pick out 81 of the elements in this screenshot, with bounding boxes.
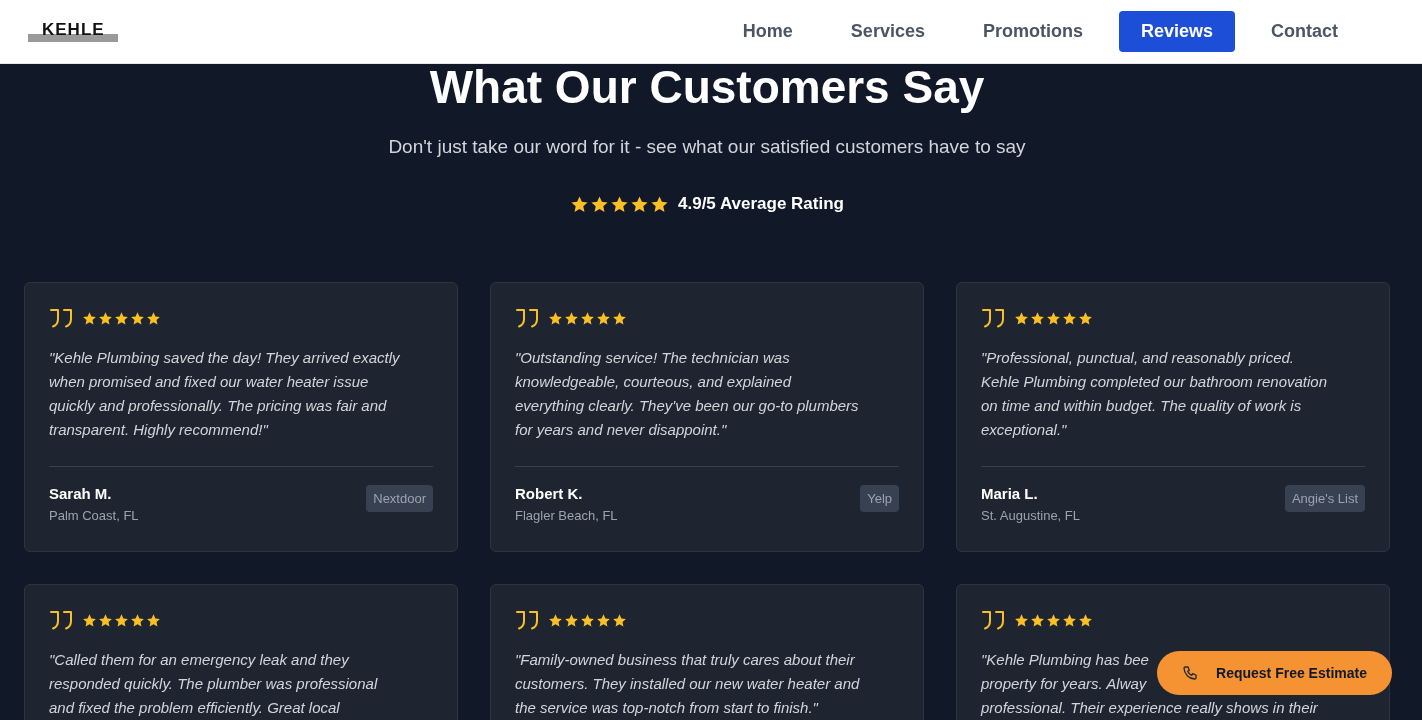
reviewer-name: Sarah M. [49,485,113,502]
nav-link[interactable]: Home [720,11,815,52]
nav-link[interactable]: Reviews [1118,11,1235,52]
star-icon [130,310,145,326]
star-icon [650,194,669,214]
review-text: when promised and fixed our water heater issue [49,372,369,392]
star-icon [564,612,579,628]
review-text: transparent. Highly recommend!" [49,420,268,440]
nav-link[interactable]: Services [828,11,947,52]
review-text: responded quickly. The plumber was professional [49,674,378,694]
reviewer-location: St. Augustine, FL [981,508,1080,523]
star-icon [82,310,97,326]
source-tag: Yelp [860,485,899,512]
quote-icon [49,610,73,630]
quote-icon [981,308,1005,328]
star-icon [564,310,579,326]
star-icon [612,612,627,628]
quote-icon [515,308,539,328]
review-text: "Family-owned business that truly cares about their [515,650,855,670]
review-text: quickly and professionally. The pricing was fair and [49,396,387,416]
star-icon [98,310,113,326]
review-text: exceptional." [981,420,1067,440]
phone-icon [1182,665,1198,681]
reviewer-location: Flagler Beach, FL [515,508,618,523]
star-icon [146,612,161,628]
review-text: customers. They installed our new water heater and [515,674,860,694]
star-icon [596,612,611,628]
quote-icon [515,610,539,630]
star-icon [612,310,627,326]
star-icon [580,310,595,326]
reviewer-name: Maria L. [981,485,1039,502]
review-text: property for years. Alway [981,674,1147,694]
source-tag: Nextdoor [366,485,433,512]
source-tag: Angie's List [1284,485,1365,512]
star-icon [114,310,129,326]
star-icon [548,310,563,326]
star-icon [548,612,563,628]
review-text: Kehle Plumbing completed our bathroom renovation [981,372,1328,392]
request-estimate-button[interactable]: Request Free Estimate [1157,651,1392,695]
star-icon [1078,310,1093,326]
review-text: on time and within budget. The quality of work is [981,396,1302,416]
reviewer-location: Palm Coast, FL [49,508,139,523]
star-icon [82,612,97,628]
star-icon [1046,612,1061,628]
review-text: "Outstanding service! The technician was [515,348,790,368]
star-icon [580,612,595,628]
logo-text[interactable]: KEHLE [42,19,105,40]
review-text: and fixed the problem efficiently. Great local [49,698,340,718]
review-text: everything clearly. They've been our go-to plumbers [515,396,859,416]
star-icon [1030,310,1045,326]
star-icon [1046,310,1061,326]
review-text: "Called them for an emergency leak and they [49,650,349,670]
nav-link[interactable]: Contact [1249,11,1360,52]
star-icon [610,194,629,214]
star-icon [114,612,129,628]
star-icon [1062,310,1077,326]
review-text: for years and never disappoint." [515,420,727,440]
reviewer-name: Robert K. [515,485,584,502]
star-icon [130,612,145,628]
star-icon [146,310,161,326]
star-icon [596,310,611,326]
review-text: knowledgeable, courteous, and explained [515,372,792,392]
review-text: "Kehle Plumbing has bee [981,650,1149,670]
star-icon [630,194,649,214]
section-subtitle: Don't just take our word for it - see what our satisfied customers have to say [388,136,1026,158]
star-icon [1062,612,1077,628]
star-icon [98,612,113,628]
nav-link[interactable]: Promotions [960,11,1105,52]
review-text: professional. Their experience really shows in their [981,698,1318,718]
star-icon [1030,612,1045,628]
star-icon [590,194,609,214]
review-text: "Kehle Plumbing saved the day! They arrived exactly [49,348,400,368]
review-text: the service was top-notch from start to finish." [515,698,818,718]
star-icon [1014,310,1029,326]
review-text: "Professional, punctual, and reasonably priced. [981,348,1294,368]
star-icon [570,194,589,214]
average-rating: 4.9/5 Average Rating [678,194,844,214]
quote-icon [981,610,1005,630]
star-icon [1078,612,1093,628]
quote-icon [49,308,73,328]
star-icon [1014,612,1029,628]
